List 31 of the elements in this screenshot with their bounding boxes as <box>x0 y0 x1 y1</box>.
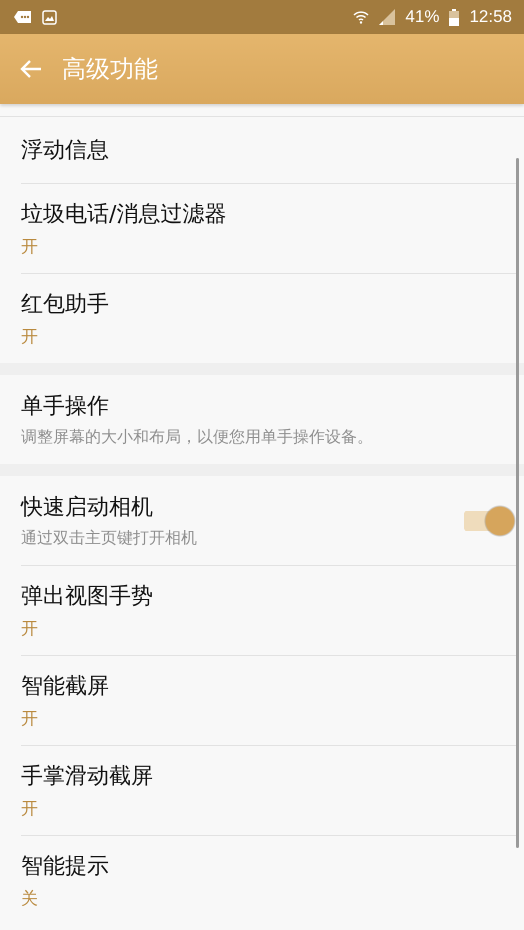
item-title: 快速启动相机 <box>21 494 154 522</box>
item-title: 浮动信息 <box>21 137 110 165</box>
description-text: 调整屏幕的大小和布局，以便您用单手操作设备。 <box>21 427 374 448</box>
settings-item[interactable]: 智能提示 关 <box>21 835 516 925</box>
settings-item[interactable]: 浮动信息 <box>21 117 516 183</box>
clock-time: 12:58 <box>469 7 512 27</box>
signal-icon <box>379 9 396 25</box>
item-title: 智能提示 <box>21 853 110 881</box>
status-text: 开 <box>21 798 39 820</box>
status-text: 开 <box>21 708 39 730</box>
settings-item[interactable]: 快速启动相机 通过双击主页键打开相机 <box>21 476 516 565</box>
back-button[interactable] <box>20 59 42 79</box>
item-title: 红包助手 <box>21 291 110 319</box>
status-text: 开 <box>21 236 39 258</box>
battery-icon <box>449 8 460 26</box>
status-text: 开 <box>21 618 39 640</box>
item-title: 弹出视图手势 <box>21 583 154 611</box>
item-title: 单手操作 <box>21 393 110 421</box>
screen-title: 高级功能 <box>62 54 158 85</box>
item-title: 手掌滑动截屏 <box>21 763 154 791</box>
image-icon <box>42 10 57 24</box>
wifi-icon <box>353 10 370 24</box>
item-title: 垃圾电话/消息过滤器 <box>21 201 228 229</box>
status-text: 开 <box>21 326 39 348</box>
status-text: 关 <box>21 888 39 910</box>
description-text: 通过双击主页键打开相机 <box>21 528 198 549</box>
item-title: 智能截屏 <box>21 673 110 701</box>
message-icon <box>14 10 32 24</box>
battery-percentage: 41% <box>405 7 440 27</box>
settings-item[interactable]: 单手操作 调整屏幕的大小和布局，以便您用单手操作设备。 <box>21 375 516 464</box>
back-arrow-icon <box>20 59 42 79</box>
